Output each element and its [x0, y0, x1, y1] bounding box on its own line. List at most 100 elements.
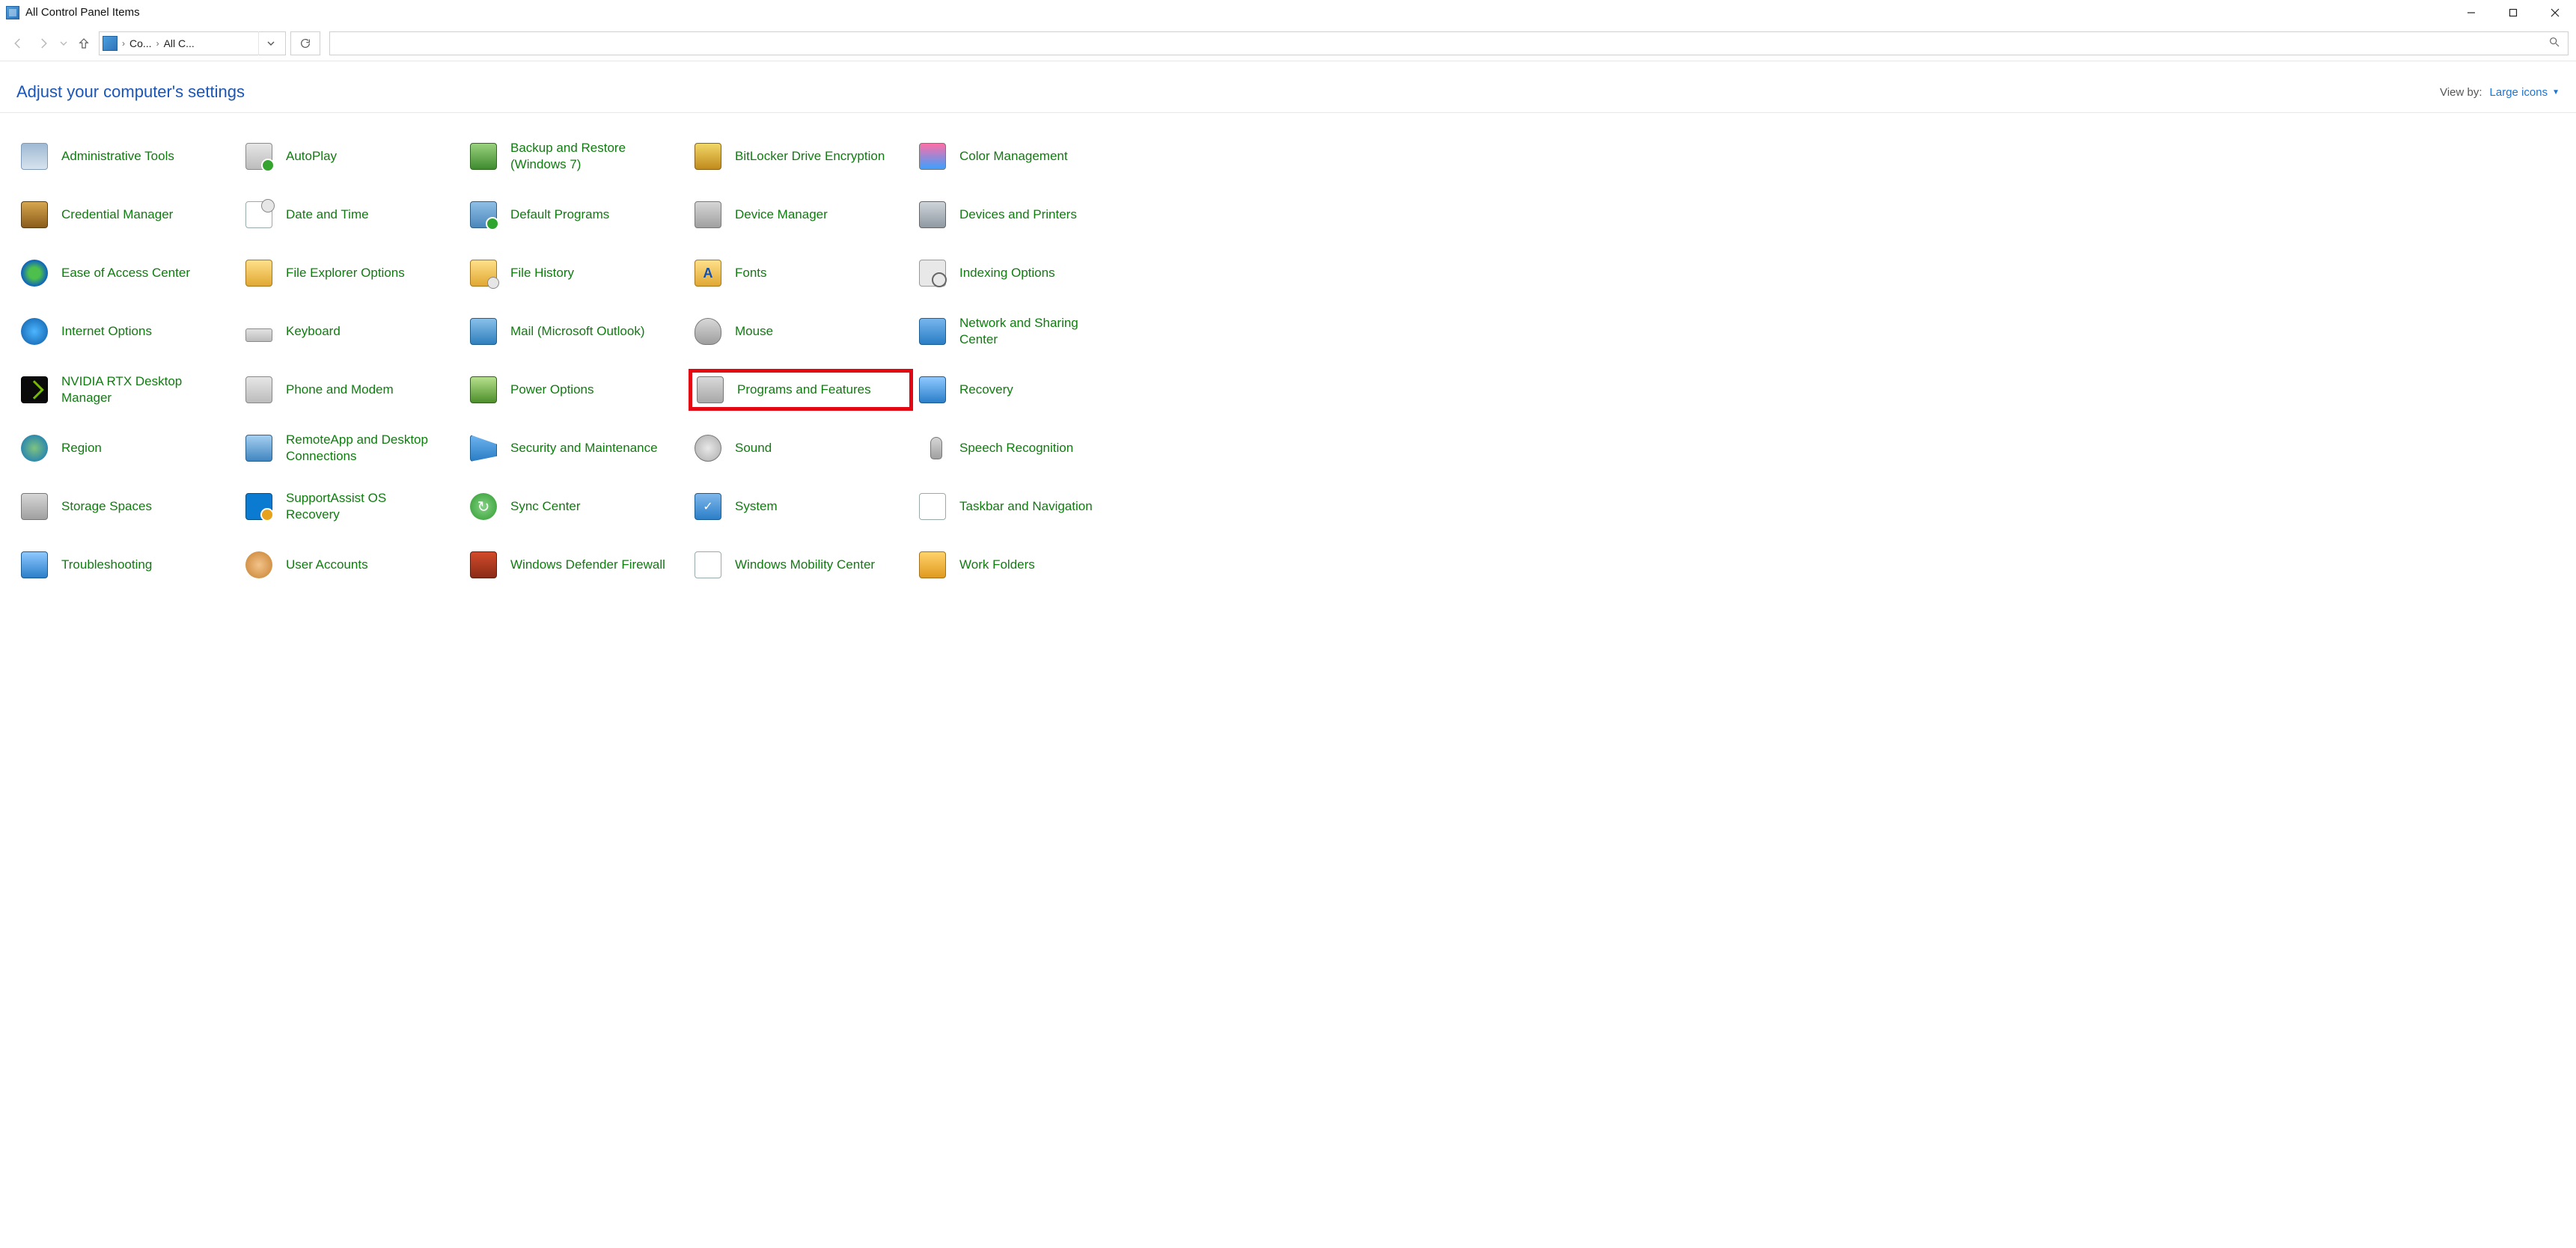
- cp-item-windows-mobility-center[interactable]: Windows Mobility Center: [689, 544, 913, 586]
- cp-item-recovery[interactable]: Recovery: [913, 369, 1138, 411]
- cp-item-label: SupportAssist OS Recovery: [286, 490, 443, 523]
- cp-item-label: Region: [61, 440, 102, 456]
- cp-item-phone-and-modem[interactable]: Phone and Modem: [239, 369, 464, 411]
- cp-item-file-history[interactable]: File History: [464, 252, 689, 294]
- cp-item-security-and-maintenance[interactable]: Security and Maintenance: [464, 427, 689, 469]
- file-history-icon: [468, 258, 498, 288]
- cp-item-device-manager[interactable]: Device Manager: [689, 194, 913, 236]
- work-folders-icon: [918, 550, 947, 580]
- cp-item-mail-microsoft-outlook[interactable]: Mail (Microsoft Outlook): [464, 311, 689, 352]
- address-bar[interactable]: › Co... › All C...: [99, 31, 286, 55]
- cp-item-user-accounts[interactable]: User Accounts: [239, 544, 464, 586]
- default-programs-icon: [468, 200, 498, 230]
- cp-item-taskbar-and-navigation[interactable]: Taskbar and Navigation: [913, 486, 1138, 527]
- cp-item-indexing-options[interactable]: Indexing Options: [913, 252, 1138, 294]
- autoplay-icon: [244, 141, 274, 171]
- cp-item-label: Taskbar and Navigation: [959, 498, 1093, 515]
- cp-item-label: Speech Recognition: [959, 440, 1073, 456]
- cp-item-label: Windows Defender Firewall: [510, 557, 665, 573]
- cp-item-label: Credential Manager: [61, 207, 173, 223]
- remoteapp-and-desktop-connections-icon: [244, 433, 274, 463]
- search-input[interactable]: [329, 31, 2569, 55]
- cp-item-windows-defender-firewall[interactable]: Windows Defender Firewall: [464, 544, 689, 586]
- address-chevron-icon[interactable]: ›: [156, 38, 159, 49]
- cp-item-label: Work Folders: [959, 557, 1035, 573]
- view-by-label: View by:: [2440, 86, 2482, 99]
- cp-item-label: Default Programs: [510, 207, 609, 223]
- address-segment-1[interactable]: Co...: [129, 37, 152, 49]
- cp-item-remoteapp-and-desktop-connections[interactable]: RemoteApp and Desktop Connections: [239, 427, 464, 469]
- cp-item-label: Keyboard: [286, 323, 341, 340]
- cp-item-bitlocker-drive-encryption[interactable]: BitLocker Drive Encryption: [689, 135, 913, 177]
- control-panel-icon: [6, 6, 19, 19]
- cp-item-keyboard[interactable]: Keyboard: [239, 311, 464, 352]
- cp-item-default-programs[interactable]: Default Programs: [464, 194, 689, 236]
- cp-item-power-options[interactable]: Power Options: [464, 369, 689, 411]
- cp-item-fonts[interactable]: Fonts: [689, 252, 913, 294]
- cp-item-network-and-sharing-center[interactable]: Network and Sharing Center: [913, 311, 1138, 352]
- cp-item-sync-center[interactable]: Sync Center: [464, 486, 689, 527]
- cp-item-date-and-time[interactable]: Date and Time: [239, 194, 464, 236]
- cp-item-devices-and-printers[interactable]: Devices and Printers: [913, 194, 1138, 236]
- troubleshooting-icon: [19, 550, 49, 580]
- taskbar-and-navigation-icon: [918, 492, 947, 521]
- cp-item-work-folders[interactable]: Work Folders: [913, 544, 1138, 586]
- mouse-icon: [693, 316, 723, 346]
- window-controls: [2450, 0, 2576, 25]
- cp-item-label: Mouse: [735, 323, 773, 340]
- cp-item-credential-manager[interactable]: Credential Manager: [15, 194, 239, 236]
- cp-item-region[interactable]: Region: [15, 427, 239, 469]
- cp-item-programs-and-features[interactable]: Programs and Features: [689, 369, 913, 411]
- cp-item-label: File Explorer Options: [286, 265, 405, 281]
- recovery-icon: [918, 375, 947, 405]
- cp-item-ease-of-access-center[interactable]: Ease of Access Center: [15, 252, 239, 294]
- back-button[interactable]: [7, 33, 28, 54]
- cp-item-autoplay[interactable]: AutoPlay: [239, 135, 464, 177]
- cp-item-label: Recovery: [959, 382, 1013, 398]
- cp-item-file-explorer-options[interactable]: File Explorer Options: [239, 252, 464, 294]
- cp-item-label: Windows Mobility Center: [735, 557, 875, 573]
- refresh-button[interactable]: [290, 31, 320, 55]
- devices-and-printers-icon: [918, 200, 947, 230]
- view-by-dropdown[interactable]: Large icons ▼: [2490, 86, 2560, 99]
- power-options-icon: [468, 375, 498, 405]
- address-chevron-icon[interactable]: ›: [122, 38, 125, 49]
- ease-of-access-center-icon: [19, 258, 49, 288]
- forward-button[interactable]: [33, 33, 54, 54]
- region-icon: [19, 433, 49, 463]
- date-and-time-icon: [244, 200, 274, 230]
- cp-item-label: Security and Maintenance: [510, 440, 658, 456]
- cp-item-label: Sync Center: [510, 498, 581, 515]
- color-management-icon: [918, 141, 947, 171]
- cp-item-system[interactable]: System: [689, 486, 913, 527]
- close-button[interactable]: [2534, 0, 2576, 25]
- cp-item-administrative-tools[interactable]: Administrative Tools: [15, 135, 239, 177]
- cp-item-sound[interactable]: Sound: [689, 427, 913, 469]
- view-by: View by: Large icons ▼: [2440, 86, 2560, 99]
- cp-item-label: Mail (Microsoft Outlook): [510, 323, 644, 340]
- cp-item-label: Storage Spaces: [61, 498, 152, 515]
- address-dropdown-button[interactable]: [258, 31, 282, 55]
- cp-item-supportassist-os-recovery[interactable]: SupportAssist OS Recovery: [239, 486, 464, 527]
- control-panel-grid: Administrative ToolsAutoPlayBackup and R…: [0, 113, 2576, 608]
- header-band: Adjust your computer's settings View by:…: [0, 61, 2576, 113]
- sync-center-icon: [468, 492, 498, 521]
- cp-item-label: Network and Sharing Center: [959, 315, 1117, 348]
- page-title: Adjust your computer's settings: [16, 82, 245, 102]
- cp-item-label: Internet Options: [61, 323, 152, 340]
- cp-item-nvidia-rtx-desktop-manager[interactable]: NVIDIA RTX Desktop Manager: [15, 369, 239, 411]
- cp-item-storage-spaces[interactable]: Storage Spaces: [15, 486, 239, 527]
- minimize-button[interactable]: [2450, 0, 2492, 25]
- cp-item-backup-and-restore-windows-7[interactable]: Backup and Restore (Windows 7): [464, 135, 689, 177]
- cp-item-mouse[interactable]: Mouse: [689, 311, 913, 352]
- fonts-icon: [693, 258, 723, 288]
- cp-item-speech-recognition[interactable]: Speech Recognition: [913, 427, 1138, 469]
- cp-item-label: NVIDIA RTX Desktop Manager: [61, 373, 219, 406]
- up-button[interactable]: [73, 33, 94, 54]
- cp-item-internet-options[interactable]: Internet Options: [15, 311, 239, 352]
- address-segment-2[interactable]: All C...: [164, 37, 195, 49]
- recent-locations-button[interactable]: [58, 33, 69, 54]
- cp-item-color-management[interactable]: Color Management: [913, 135, 1138, 177]
- maximize-button[interactable]: [2492, 0, 2534, 25]
- cp-item-troubleshooting[interactable]: Troubleshooting: [15, 544, 239, 586]
